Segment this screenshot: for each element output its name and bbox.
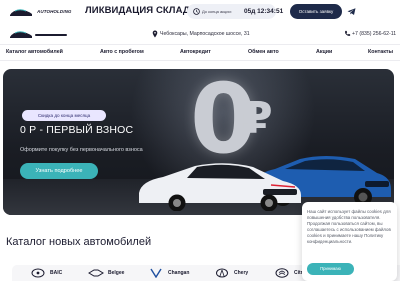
hero-banner[interactable]: 0 ₽ Скидка до конца месяца 0 Р - ПЕРВЫЙ … xyxy=(3,69,394,215)
catalog-title: Каталог новых автомобилей xyxy=(6,236,152,248)
citroen-logo-icon xyxy=(275,268,289,278)
nav-car-loan[interactable]: Автокредит xyxy=(180,49,211,55)
brand-name: Belgee xyxy=(108,270,125,276)
telegram-button[interactable] xyxy=(345,5,358,18)
hero-details-button[interactable]: Узнать подробнее xyxy=(20,163,98,179)
changan-logo-icon xyxy=(150,268,162,278)
location-pin-icon xyxy=(152,30,158,38)
logo-car-icon xyxy=(10,31,67,38)
hero-subtitle: Оформите покупку без первоначального взн… xyxy=(20,147,143,153)
brand-name: BAIC xyxy=(50,270,63,276)
logo-car-icon xyxy=(10,9,32,16)
chery-logo-icon xyxy=(216,268,228,278)
contact-row: Чебоксары, Марпосадское шоссе, 31 +7 (83… xyxy=(0,24,400,44)
request-button[interactable]: Оставить заявку xyxy=(290,4,342,19)
nav-catalog[interactable]: Каталог автомобилей xyxy=(6,49,63,55)
countdown-time: 05д 12:34:51 xyxy=(244,7,284,15)
logo[interactable]: AUTOHOLDING xyxy=(9,6,71,18)
logo-secondary[interactable] xyxy=(9,28,69,40)
brand-name: Changan xyxy=(168,270,190,276)
nav-promotions[interactable]: Акции xyxy=(316,49,332,55)
hero-big-currency: ₽ xyxy=(242,93,273,144)
cookie-consent-popup: Наш сайт использует файлы cookies для по… xyxy=(302,202,397,281)
countdown: До конца акции: 05д 12:34:51 xyxy=(187,4,283,19)
top-promo-bar: AUTOHOLDING ЛИКВИДАЦИЯ СКЛАДА 2025 До ко… xyxy=(0,0,400,24)
nav-trade-in[interactable]: Обмен авто xyxy=(248,49,279,55)
phone-icon xyxy=(345,30,351,36)
clock-icon xyxy=(193,8,200,15)
telegram-icon xyxy=(347,8,356,15)
phone-number[interactable]: +7 (835) 256-62-11 xyxy=(352,31,396,37)
cookie-accept-button[interactable]: Принимаю xyxy=(307,263,354,275)
brand-name: Chery xyxy=(234,270,249,276)
baic-logo-icon xyxy=(31,268,45,278)
white-sedan-image xyxy=(139,163,301,211)
hero-title: 0 Р - ПЕРВЫЙ ВЗНОС xyxy=(20,124,134,136)
cookie-text: Наш сайт использует файлы cookies для по… xyxy=(307,209,391,244)
nav-contacts[interactable]: Контакты xyxy=(368,49,393,55)
logo-text: AUTOHOLDING xyxy=(37,9,72,14)
nav-used-cars[interactable]: Авто с пробегом xyxy=(100,49,144,55)
main-nav: Каталог автомобилей Авто с пробегом Авто… xyxy=(0,44,400,61)
hero-badge: Скидка до конца месяца xyxy=(22,110,106,121)
belgee-logo-icon xyxy=(88,269,104,277)
address[interactable]: Чебоксары, Марпосадское шоссе, 31 xyxy=(160,31,250,37)
countdown-label: До конца акции: xyxy=(202,9,232,14)
